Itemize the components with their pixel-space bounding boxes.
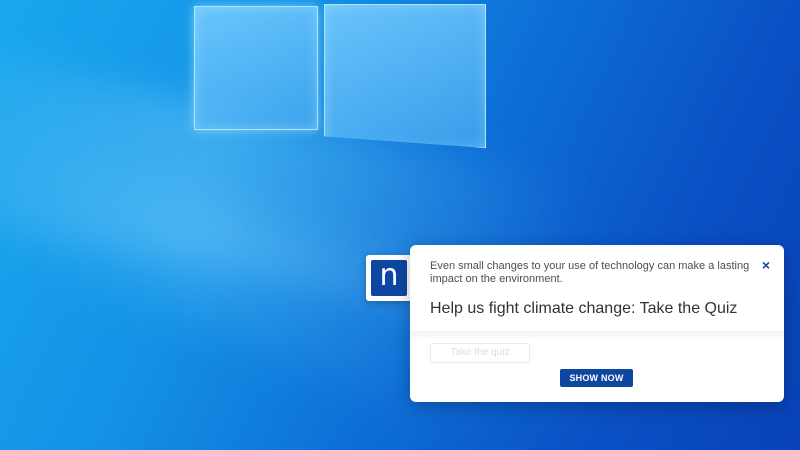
take-quiz-button-faded[interactable]: Take the quiz xyxy=(430,343,530,363)
notification-toast: × Even small changes to your use of tech… xyxy=(410,245,784,402)
toast-body-text: Even small changes to your use of techno… xyxy=(430,260,750,285)
toast-divider xyxy=(410,331,784,341)
windows-logo-pane-left xyxy=(194,6,318,130)
app-logo-tile: n xyxy=(371,260,407,296)
show-now-button[interactable]: SHOW NOW xyxy=(560,369,633,387)
toast-title: Help us fight climate change: Take the Q… xyxy=(430,300,738,317)
windows-logo xyxy=(194,4,486,152)
app-logo-letter: n xyxy=(379,258,399,293)
close-icon[interactable]: × xyxy=(762,258,770,272)
windows-logo-pane-right xyxy=(324,4,486,148)
app-logo-icon: n xyxy=(366,255,412,301)
